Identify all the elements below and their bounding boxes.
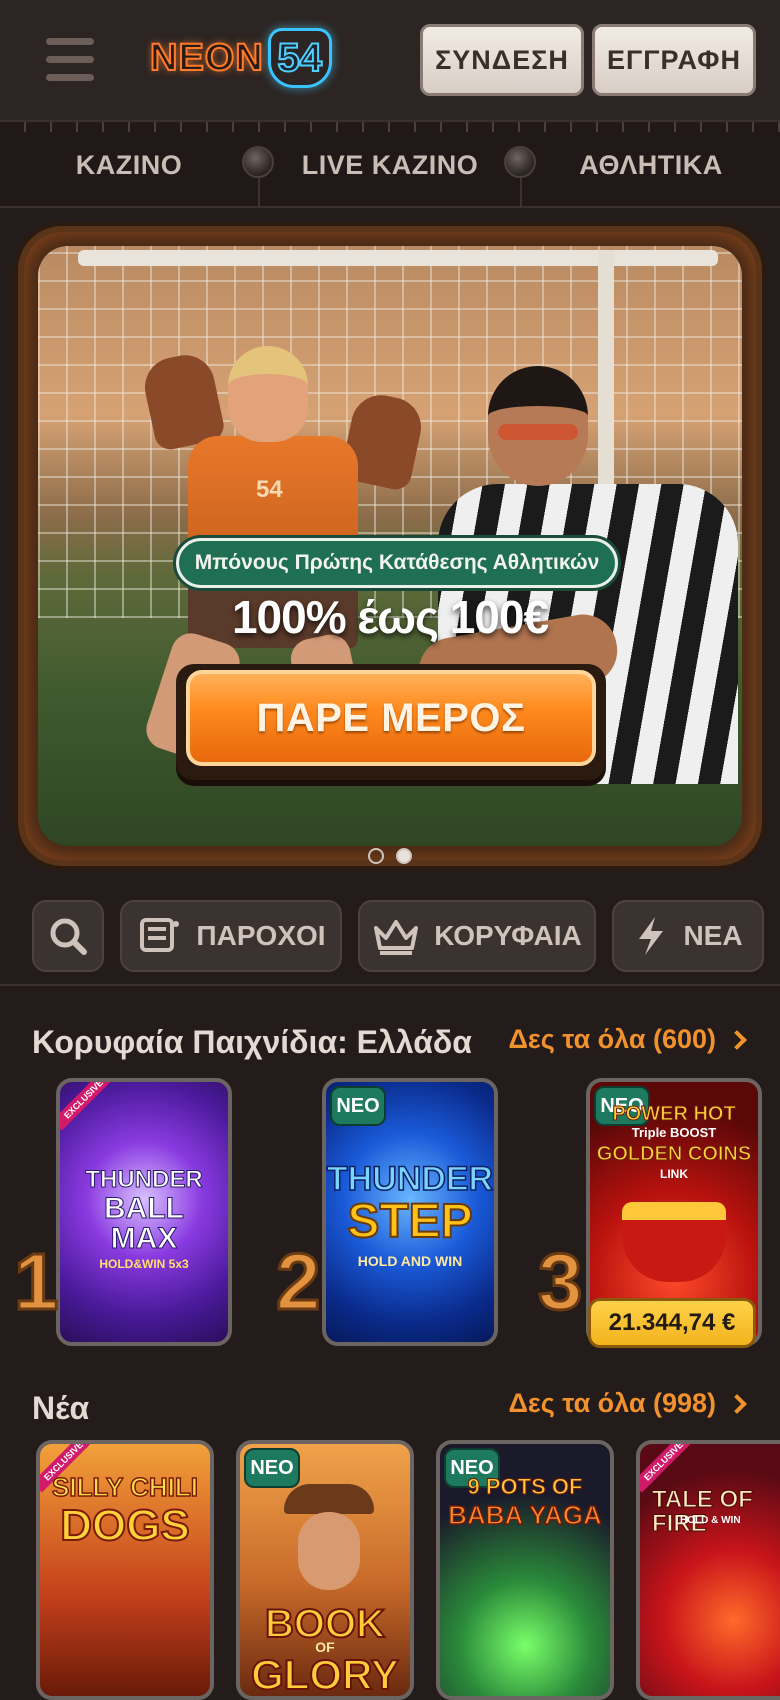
carousel-dots — [0, 848, 780, 864]
game-subtitle: HOLD&WIN 5x3 — [99, 1257, 189, 1271]
section-divider — [0, 984, 780, 986]
carousel-dot-1[interactable] — [368, 848, 384, 864]
game-title-line: POWER HOT — [612, 1103, 736, 1125]
game-title-line: Triple BOOST — [631, 1125, 717, 1140]
cta-frame: ΠΑΡΕ ΜΕΡΟΣ — [176, 664, 606, 780]
top-games-title: Κορυφαία Παιχνίδια: Ελλάδα — [32, 1024, 472, 1060]
promo-amount: 100% έως 100€ — [231, 591, 549, 643]
new-badge: ΝΕΟ — [330, 1086, 386, 1126]
main-nav: ΚΑΖΙΝΟ LIVE ΚΑΖΙΝΟ ΑΘΛΗΤΙΚΑ — [0, 120, 780, 208]
game-title-line: DOGS — [59, 1501, 191, 1550]
game-card-silly-chili-dogs[interactable]: EXCLUSIVE SILLY CHILI DOGS — [36, 1440, 214, 1700]
see-all-label: Δες τα όλα (600) — [508, 1024, 716, 1054]
new-badge: ΝΕΟ — [244, 1448, 300, 1488]
exclusive-ribbon: EXCLUSIVE — [60, 1082, 115, 1131]
game-title-line: BABA YAGA — [447, 1500, 602, 1530]
exclusive-ribbon: EXCLUSIVE — [640, 1444, 695, 1493]
top-games-see-all[interactable]: Δες τα όλα (600) — [508, 1024, 747, 1055]
see-all-label: Δες τα όλα (998) — [508, 1388, 716, 1418]
game-title-line: BOOK — [264, 1602, 386, 1646]
top-games-label: ΚΟΡΥΦΑΙΑ — [434, 920, 582, 951]
game-title-line: MAX — [110, 1222, 178, 1255]
providers-label: ΠΑΡΟΧΟΙ — [196, 920, 326, 951]
top-games-button[interactable]: ΚΟΡΥΦΑΙΑ — [358, 900, 596, 972]
hat-icon — [284, 1484, 374, 1514]
rank-number: 2 — [275, 1236, 322, 1328]
top-header: NEON 54 ΣΥΝΔΕΣΗ ΕΓΓΡΑΦΗ — [0, 0, 780, 120]
nav-item-live-casino[interactable]: LIVE ΚΑΖΙΝΟ — [260, 122, 520, 208]
game-subtitle: HOLD AND WIN — [357, 1253, 463, 1269]
jackpot-amount: 21.344,74 € — [588, 1298, 756, 1348]
game-title-line: BALL — [104, 1192, 185, 1225]
game-card-thunder-step[interactable]: ΝΕΟ THUNDER STEP HOLD AND WIN — [322, 1078, 498, 1346]
crown-icon — [374, 920, 419, 955]
logo-number-badge: 54 — [267, 28, 332, 88]
explorer-face — [298, 1512, 360, 1590]
brand-logo[interactable]: NEON 54 — [149, 26, 332, 90]
game-title-line: GOLDEN COINS — [596, 1143, 752, 1165]
register-button[interactable]: ΕΓΓΡΑΦΗ — [592, 24, 756, 96]
participate-button[interactable]: ΠΑΡΕ ΜΕΡΟΣ — [186, 670, 596, 766]
game-title-line: 9 POTS OF — [467, 1474, 583, 1499]
carousel-dot-2-active[interactable] — [396, 848, 412, 864]
pot-of-gold-icon — [622, 1202, 726, 1282]
jersey-number: 54 — [256, 476, 283, 503]
bolt-icon — [504, 146, 536, 178]
login-button[interactable]: ΣΥΝΔΕΣΗ — [420, 24, 584, 96]
new-games-title: Νέα — [32, 1390, 90, 1426]
game-card-tale-of-fire[interactable]: EXCLUSIVE TALE OF FIRE HOLD & WIN — [636, 1440, 780, 1700]
game-subtitle: HOLD & WIN — [680, 1515, 741, 1526]
goalkeeper-head — [228, 346, 308, 442]
game-title-line: TALE OF FIRE — [652, 1486, 754, 1537]
game-title-line: GLORY — [250, 1651, 400, 1698]
scroll-icon — [140, 918, 180, 952]
game-subtitle: LINK — [660, 1167, 688, 1181]
nav-item-sports[interactable]: ΑΘΛΗΤΙΚΑ — [522, 122, 780, 208]
search-button[interactable] — [32, 900, 104, 972]
game-title-line: STEP — [346, 1195, 473, 1248]
providers-button[interactable]: ΠΑΡΟΧΟΙ — [120, 900, 342, 972]
game-title-line: THUNDER — [326, 1160, 494, 1198]
logo-word: NEON — [149, 36, 264, 80]
chevron-right-icon — [727, 1029, 747, 1050]
new-games-see-all[interactable]: Δες τα όλα (998) — [508, 1388, 747, 1419]
game-title-line: SILLY CHILI — [51, 1472, 198, 1502]
lightning-icon — [639, 917, 664, 955]
rank-number: 1 — [13, 1236, 60, 1328]
game-card-thunder-ball-max[interactable]: EXCLUSIVE THUNDER BALL MAX HOLD&WIN 5x3 — [56, 1078, 232, 1346]
promo-tag: Μπόνους Πρώτης Κατάθεσης Αθλητικών — [176, 538, 618, 588]
new-games-label: ΝΕΑ — [683, 920, 743, 951]
bolt-icon — [242, 146, 274, 178]
goal-crossbar — [78, 250, 718, 266]
new-games-button[interactable]: ΝΕΑ — [612, 900, 764, 972]
game-title-line: THUNDER — [85, 1166, 203, 1193]
rank-number: 3 — [537, 1236, 584, 1328]
game-card-book-of-glory[interactable]: ΝΕΟ BOOK OF GLORY — [236, 1440, 414, 1700]
referee-glasses — [498, 424, 578, 440]
search-icon — [50, 918, 87, 955]
game-card-pots-of-baba-yaga[interactable]: ΝΕΟ 9 POTS OF BABA YAGA — [436, 1440, 614, 1700]
menu-icon[interactable] — [46, 36, 96, 82]
chevron-right-icon — [727, 1393, 747, 1414]
nav-item-casino[interactable]: ΚΑΖΙΝΟ — [0, 122, 258, 208]
filter-bar: ΠΑΡΟΧΟΙ ΚΟΡΥΦΑΙΑ ΝΕΑ — [0, 900, 780, 972]
